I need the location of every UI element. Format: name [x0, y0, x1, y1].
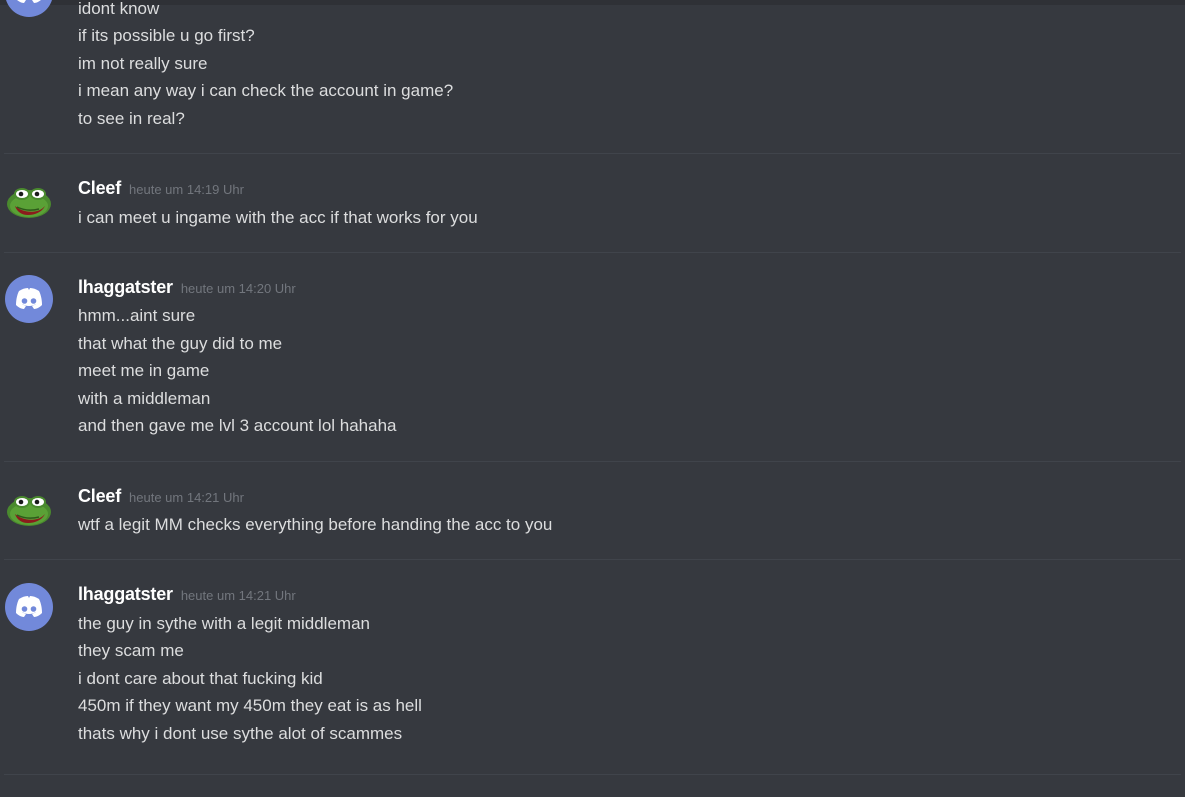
username[interactable]: lhaggatster — [78, 584, 173, 605]
username[interactable]: Cleef — [78, 178, 121, 199]
message-line: meet me in game — [78, 361, 210, 380]
message-line: thats why i dont use sythe alot of scamm… — [78, 724, 403, 743]
timestamp: heute um 14:20 Uhr — [180, 281, 296, 296]
message-line: they scam me — [78, 641, 184, 660]
message-line: to see in real? — [78, 109, 185, 128]
message-divider — [4, 252, 1181, 253]
message-divider — [4, 774, 1181, 775]
discord-icon — [17, 0, 41, 3]
avatar[interactable] — [5, 275, 53, 323]
message-divider — [4, 461, 1181, 462]
avatar[interactable] — [5, 176, 53, 224]
message-line: i mean any way i can check the account i… — [78, 81, 454, 100]
message-line: hmm...aint sure — [78, 306, 196, 325]
avatar[interactable] — [5, 583, 53, 631]
message-header: Cleef heute um 14:21 Uhr — [78, 486, 244, 510]
timestamp: heute um 14:19 Uhr — [129, 182, 244, 197]
message-line: im not really sure — [78, 54, 208, 73]
message-header: lhaggatster heute um 14:21 Uhr — [78, 584, 296, 608]
avatar[interactable] — [5, 0, 53, 17]
username[interactable]: lhaggatster — [78, 277, 173, 298]
message-line: idont know — [78, 0, 160, 18]
discord-icon — [16, 288, 42, 309]
message-line: i can meet u ingame with the acc if that… — [78, 208, 478, 227]
timestamp: heute um 14:21 Uhr — [129, 490, 244, 505]
chat-messages[interactable]: idont know if its possible u go first? i… — [0, 0, 1185, 797]
message-line: if its possible u go first? — [78, 26, 255, 45]
message-divider — [4, 559, 1181, 560]
message-divider — [4, 153, 1181, 154]
timestamp: heute um 14:21 Uhr — [180, 588, 296, 603]
pepe-frog-icon — [7, 496, 51, 526]
message-line: and then gave me lvl 3 account lol hahah… — [78, 416, 397, 435]
message-line: 450m if they want my 450m they eat is as… — [78, 696, 422, 715]
discord-icon — [16, 596, 42, 617]
message-line: the guy in sythe with a legit middleman — [78, 614, 370, 633]
message-header: lhaggatster heute um 14:20 Uhr — [78, 277, 296, 301]
username[interactable]: Cleef — [78, 486, 121, 507]
message-line: wtf a legit MM checks everything before … — [78, 515, 553, 534]
pepe-frog-icon — [7, 188, 51, 218]
message-line: i dont care about that fucking kid — [78, 669, 323, 688]
message-header: Cleef heute um 14:19 Uhr — [78, 178, 244, 202]
message-line: with a middleman — [78, 389, 211, 408]
message-line: that what the guy did to me — [78, 334, 283, 353]
avatar[interactable] — [5, 484, 53, 532]
